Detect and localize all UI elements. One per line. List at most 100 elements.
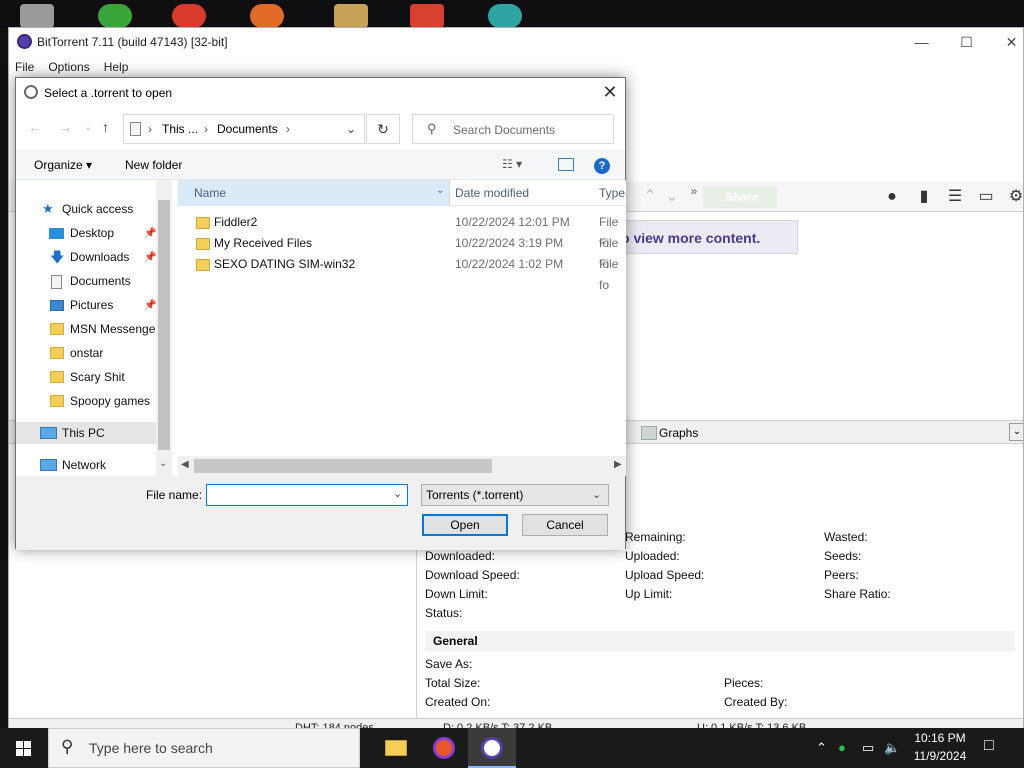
volume-icon[interactable]: 🔈	[884, 740, 900, 756]
users-icon[interactable]	[98, 4, 132, 28]
recycle-bin-icon[interactable]	[20, 4, 54, 28]
tab-graphs[interactable]: Graphs	[639, 424, 698, 442]
chevron-down-icon[interactable]: ⌄	[436, 185, 444, 196]
chevron-up-icon[interactable]: ⌃	[641, 188, 659, 206]
pin-icon[interactable]: 📌	[144, 295, 156, 316]
file-type-select[interactable]: Torrents (*.torrent) ⌄	[421, 484, 609, 506]
nav-pictures[interactable]: Pictures 📌	[16, 294, 156, 316]
window-title: BitTorrent 7.11 (build 47143) [32-bit]	[37, 35, 228, 49]
app-icon[interactable]	[250, 4, 284, 28]
network-icon[interactable]: ▭	[862, 740, 874, 756]
nav-spoopy-games[interactable]: Spoopy games	[16, 390, 156, 412]
scroll-right-icon[interactable]: ▶	[614, 459, 622, 470]
open-button[interactable]: Open	[422, 514, 508, 536]
breadcrumb-documents[interactable]: Documents	[217, 122, 278, 136]
maximize-icon[interactable]: ☐	[944, 30, 989, 54]
file-name: Fiddler2	[214, 215, 258, 229]
refresh-icon[interactable]: ↻	[366, 114, 400, 144]
pin-icon[interactable]: 📌	[144, 247, 156, 268]
bittorrent-taskbar-icon[interactable]	[468, 728, 516, 768]
close-icon[interactable]: ✕	[989, 30, 1023, 54]
nav-documents[interactable]: Documents	[16, 270, 156, 292]
recent-dropdown-icon[interactable]: ⌄	[84, 122, 92, 133]
computer-icon	[40, 427, 57, 439]
gear-icon[interactable]: ⚙	[1007, 188, 1023, 206]
file-row[interactable]: My Received Files 10/22/2024 3:19 PM Fil…	[178, 233, 626, 271]
nav-onstar[interactable]: onstar	[16, 342, 156, 364]
chat-icon[interactable]: ▮	[915, 188, 933, 206]
breadcrumb-this-pc[interactable]: This ...	[162, 122, 198, 136]
file-explorer-taskbar-icon[interactable]	[372, 728, 420, 768]
help-icon[interactable]: ?	[594, 158, 610, 174]
start-button[interactable]	[0, 728, 48, 768]
chevron-down-icon[interactable]: ⌄	[393, 487, 402, 500]
column-date-modified[interactable]: Date modified	[455, 180, 529, 206]
file-row[interactable]: SEXO DATING SIM-win32 10/22/2024 1:02 PM…	[178, 254, 626, 292]
menu-options[interactable]: Options	[48, 60, 89, 74]
nav-desktop[interactable]: Desktop 📌	[16, 222, 156, 244]
pin-icon[interactable]: 📌	[144, 223, 156, 244]
horizontal-scrollbar[interactable]: ◀ ▶	[178, 456, 626, 476]
taskbar-search[interactable]: ⚲ Type here to search	[48, 728, 360, 768]
folder-icon	[50, 395, 64, 407]
file-row[interactable]: Fiddler2 10/22/2024 12:01 PM File fo	[178, 212, 626, 250]
file-date: 10/22/2024 3:19 PM	[455, 236, 564, 250]
organize-button[interactable]: Organize ▾	[34, 158, 92, 172]
search-input[interactable]: ⚲ Search Documents	[412, 114, 614, 144]
scrollbar-thumb[interactable]	[194, 459, 492, 473]
share-button[interactable]: Share	[703, 186, 777, 208]
file-name-field[interactable]: ⌄	[206, 484, 408, 506]
nav-msn-messenger[interactable]: MSN Messenger	[16, 318, 156, 340]
taskbar-search-text: Type here to search	[89, 740, 213, 756]
chevron-down-icon[interactable]: ⌄	[159, 458, 167, 469]
firefox-taskbar-icon[interactable]	[420, 728, 468, 768]
forward-icon[interactable]: →	[58, 119, 72, 135]
nav-label: Spoopy games	[70, 394, 151, 408]
notifications-icon[interactable]: □	[984, 737, 994, 755]
view-more-content-banner[interactable]: o view more content.	[608, 220, 798, 254]
chevron-down-icon[interactable]: ⌄	[663, 188, 681, 206]
app-icon[interactable]	[410, 4, 444, 28]
nav-this-pc[interactable]: This PC	[16, 422, 156, 444]
clock-date[interactable]: 11/9/2024	[900, 749, 980, 763]
preview-pane-icon[interactable]	[558, 158, 574, 171]
new-folder-button[interactable]: New folder	[125, 158, 182, 172]
lightbulb-icon[interactable]: ●	[883, 188, 901, 206]
search-placeholder: Search Documents	[453, 123, 556, 137]
tabs-dropdown-icon[interactable]: ⌄	[1009, 423, 1023, 441]
back-icon[interactable]: ←	[28, 119, 42, 135]
clock-time[interactable]: 10:16 PM	[900, 731, 980, 745]
nav-network[interactable]: Network	[16, 454, 156, 476]
menu-help[interactable]: Help	[104, 60, 129, 74]
folder-icon	[50, 323, 64, 335]
chevron-up-icon[interactable]: ⌃	[816, 740, 827, 756]
list-icon[interactable]: ☰	[946, 188, 964, 206]
nav-downloads[interactable]: 🡇 Downloads 📌	[16, 246, 156, 268]
nav-label: Documents	[70, 274, 131, 288]
view-options-icon[interactable]: ☷ ▾	[502, 157, 522, 171]
nav-scary-shit[interactable]: Scary Shit	[16, 366, 156, 388]
folder-icon	[50, 371, 64, 383]
chevron-down-icon[interactable]: ⌄	[346, 122, 356, 136]
scroll-left-icon[interactable]: ◀	[181, 459, 189, 470]
desktop-icon	[49, 228, 64, 239]
folder-icon	[196, 238, 210, 250]
app-icon[interactable]	[334, 4, 368, 28]
up-arrow-icon[interactable]: ↑	[102, 119, 109, 135]
scrollbar-thumb[interactable]	[158, 200, 170, 450]
column-type[interactable]: Type	[599, 180, 625, 206]
file-type: File fo	[599, 257, 619, 292]
address-bar[interactable]: › This ... › Documents › ⌄	[123, 114, 365, 144]
nav-label: Pictures	[70, 298, 114, 312]
nav-scrollbar[interactable]: ⌄	[156, 180, 172, 476]
menu-file[interactable]: File	[15, 60, 34, 74]
app-icon[interactable]	[488, 4, 522, 28]
user-icon[interactable]: ●	[838, 740, 846, 755]
nav-quick-access[interactable]: ★ Quick access	[16, 198, 156, 220]
cancel-button[interactable]: Cancel	[522, 514, 608, 536]
close-icon[interactable]: ✕	[598, 80, 622, 104]
overflow-icon[interactable]: »	[685, 182, 703, 200]
chrome-icon[interactable]	[172, 4, 206, 28]
minimize-icon[interactable]: —	[899, 30, 944, 54]
monitor-icon[interactable]: ▭	[977, 188, 995, 206]
